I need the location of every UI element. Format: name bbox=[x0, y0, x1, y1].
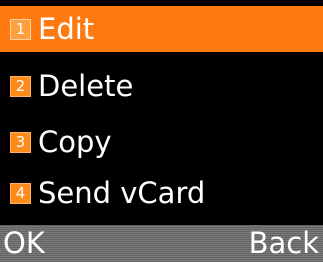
menu-item-label: Delete bbox=[38, 69, 134, 103]
phone-screen: 1 Edit 2 Delete 3 Copy 4 Send vCard OK B… bbox=[0, 0, 323, 262]
number-badge-4: 4 bbox=[10, 182, 31, 204]
number-badge-2: 2 bbox=[10, 75, 31, 97]
back-softkey[interactable]: Back bbox=[249, 225, 319, 262]
menu-item-send-vcard[interactable]: 4 Send vCard bbox=[0, 170, 323, 216]
menu-item-copy[interactable]: 3 Copy bbox=[0, 119, 323, 165]
number-badge-1: 1 bbox=[10, 18, 31, 40]
menu-item-label: Send vCard bbox=[38, 176, 206, 210]
menu-item-edit[interactable]: 1 Edit bbox=[0, 6, 323, 52]
ok-softkey[interactable]: OK bbox=[3, 225, 45, 262]
menu-item-label: Copy bbox=[38, 125, 112, 159]
number-badge-3: 3 bbox=[10, 131, 31, 153]
softkey-bar: OK Back bbox=[0, 225, 323, 262]
menu-item-delete[interactable]: 2 Delete bbox=[0, 63, 323, 109]
menu-item-label: Edit bbox=[38, 12, 95, 46]
